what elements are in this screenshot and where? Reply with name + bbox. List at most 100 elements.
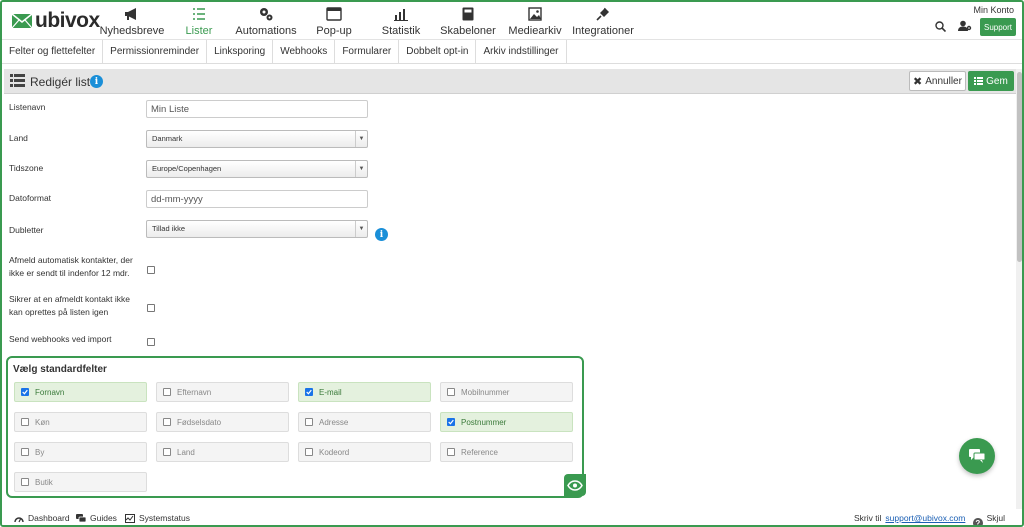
- listname-input[interactable]: [146, 100, 368, 118]
- country-value: Danmark: [152, 134, 183, 143]
- hide-chat-link[interactable]: ? Skjul chat: [973, 513, 1022, 525]
- standard-field-checkbox[interactable]: [21, 478, 29, 486]
- standard-field-label: Adresse: [319, 417, 349, 427]
- standard-field-checkbox[interactable]: [21, 448, 29, 456]
- eye-icon: [567, 479, 583, 491]
- page-title: Redigér liste: [30, 75, 97, 89]
- standard-field-label: Fornavn: [35, 387, 65, 397]
- list-icon: [193, 8, 205, 20]
- checkmark-icon: [448, 419, 454, 425]
- subnav-permissionreminder[interactable]: Permissionreminder: [103, 40, 208, 63]
- nav-label: Skabeloner: [440, 25, 496, 37]
- nav-label: Lister: [185, 25, 213, 37]
- webhooks-import-checkbox[interactable]: [147, 338, 155, 346]
- footer-dashboard[interactable]: Dashboard: [14, 513, 70, 523]
- image-icon: [528, 7, 542, 21]
- footer-dashboard-label: Dashboard: [28, 513, 70, 523]
- footer-systemstatus[interactable]: Systemstatus: [125, 513, 190, 523]
- standard-field-checkbox[interactable]: [447, 388, 455, 396]
- popup-icon: [326, 7, 342, 21]
- top-navigation: ubivox Nyhedsbreve Lister Automations Po…: [2, 2, 1022, 40]
- ensure-unsubscribed-checkbox[interactable]: [147, 304, 155, 312]
- standard-field-checkbox[interactable]: [305, 448, 313, 456]
- hide-chat-label: Skjul chat: [986, 513, 1006, 525]
- help-icon: ?: [973, 518, 983, 525]
- standard-field-checkbox[interactable]: [447, 418, 455, 426]
- standard-field-item[interactable]: Land: [156, 442, 289, 462]
- auto-unsubscribe-checkbox[interactable]: [147, 266, 155, 274]
- status-icon: [125, 513, 135, 523]
- standard-field-checkbox[interactable]: [305, 388, 313, 396]
- standard-field-item[interactable]: Butik: [14, 472, 147, 492]
- user-settings-icon[interactable]: [958, 20, 972, 35]
- duplicates-label: Dubletter: [9, 225, 44, 235]
- subnav-arkiv[interactable]: Arkiv indstillinger: [476, 40, 567, 63]
- standard-field-label: Reference: [461, 447, 498, 457]
- info-icon[interactable]: i: [90, 75, 103, 88]
- standard-field-checkbox[interactable]: [163, 388, 171, 396]
- support-button[interactable]: Support: [980, 18, 1016, 36]
- standard-field-checkbox[interactable]: [21, 418, 29, 426]
- standard-field-label: Mobilnummer: [461, 387, 510, 397]
- standard-field-label: Fødselsdato: [177, 417, 222, 427]
- chat-button[interactable]: [959, 438, 995, 474]
- subnav-webhooks[interactable]: Webhooks: [273, 40, 336, 63]
- save-button[interactable]: Gem: [968, 71, 1014, 91]
- template-icon: [462, 7, 474, 21]
- info-icon[interactable]: i: [375, 228, 388, 241]
- standard-field-item[interactable]: E-mail: [298, 382, 431, 402]
- standard-field-label: E-mail: [319, 387, 342, 397]
- standard-field-item[interactable]: Reference: [440, 442, 573, 462]
- account-link[interactable]: Min Konto: [973, 5, 1014, 15]
- timezone-label: Tidszone: [9, 163, 44, 173]
- standard-field-item[interactable]: Postnummer: [440, 412, 573, 432]
- footer-guides[interactable]: Guides: [76, 513, 117, 523]
- preview-button[interactable]: [564, 474, 586, 496]
- standard-field-item[interactable]: Fødselsdato: [156, 412, 289, 432]
- timezone-select[interactable]: Europe/Copenhagen ▼: [146, 160, 368, 178]
- subnav-felter[interactable]: Felter og flettefelter: [2, 40, 104, 63]
- standard-field-item[interactable]: Kodeord: [298, 442, 431, 462]
- standard-field-item[interactable]: Fornavn: [14, 382, 147, 402]
- nav-label: Mediearkiv: [508, 25, 562, 37]
- nav-integrationer[interactable]: Integrationer: [558, 6, 648, 37]
- megaphone-icon: [125, 8, 136, 20]
- subnav-linksporing[interactable]: Linksporing: [207, 40, 274, 63]
- standard-field-label: Butik: [35, 477, 53, 487]
- standard-field-checkbox[interactable]: [305, 418, 313, 426]
- app-window: ubivox Nyhedsbreve Lister Automations Po…: [0, 0, 1024, 527]
- guides-icon: [76, 513, 86, 522]
- envelope-logo-icon: [12, 13, 32, 29]
- subnav-formularer[interactable]: Formularer: [335, 40, 400, 63]
- dateformat-input[interactable]: [146, 190, 368, 208]
- standard-field-item[interactable]: By: [14, 442, 147, 462]
- footer-write-to: Skriv til support@ubivox.com: [854, 513, 965, 523]
- cancel-label: Annuller: [925, 75, 962, 87]
- save-label: Gem: [986, 75, 1008, 87]
- standard-field-item[interactable]: Køn: [14, 412, 147, 432]
- search-icon[interactable]: [935, 21, 947, 35]
- standard-field-checkbox[interactable]: [21, 388, 29, 396]
- sub-navigation: Felter og flettefelter Permissionreminde…: [2, 40, 1022, 64]
- standard-field-label: Kodeord: [319, 447, 350, 457]
- standard-field-item[interactable]: Mobilnummer: [440, 382, 573, 402]
- cancel-button[interactable]: ✖ Annuller: [909, 71, 966, 91]
- scrollbar-thumb[interactable]: [1017, 72, 1022, 262]
- support-email-link[interactable]: support@ubivox.com: [885, 513, 965, 523]
- webhooks-import-label: Send webhooks ved import: [9, 334, 112, 344]
- timezone-value: Europe/Copenhagen: [152, 164, 222, 173]
- duplicates-select[interactable]: Tillad ikke ▼: [146, 220, 368, 238]
- standard-field-label: By: [35, 447, 45, 457]
- auto-unsubscribe-label: Afmeld automatisk kontakter, der ikke er…: [9, 255, 133, 278]
- standard-field-checkbox[interactable]: [163, 418, 171, 426]
- standard-field-item[interactable]: Efternavn: [156, 382, 289, 402]
- standard-field-checkbox[interactable]: [163, 448, 171, 456]
- country-select[interactable]: Danmark ▼: [146, 130, 368, 148]
- standard-field-item[interactable]: Adresse: [298, 412, 431, 432]
- gears-icon: [260, 8, 273, 21]
- subnav-dobbelt-opt-in[interactable]: Dobbelt opt-in: [399, 40, 477, 63]
- close-icon: ✖: [913, 75, 923, 88]
- listname-label: Listenavn: [9, 102, 46, 112]
- standard-field-checkbox[interactable]: [447, 448, 455, 456]
- plug-icon: [596, 7, 609, 21]
